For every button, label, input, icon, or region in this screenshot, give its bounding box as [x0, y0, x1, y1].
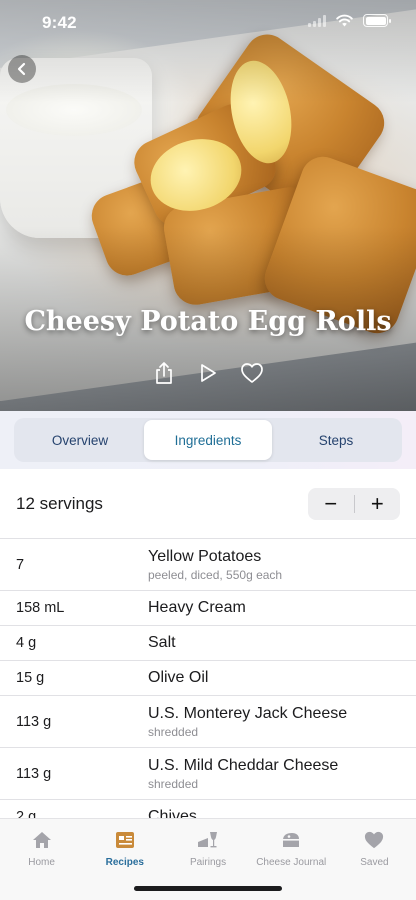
recipe-title: Cheesy Potato Egg Rolls	[24, 306, 392, 337]
ingredient-name: U.S. Mild Cheddar Cheese	[148, 756, 339, 774]
ingredient-row: 15 g Olive Oil	[0, 661, 416, 696]
play-icon	[201, 364, 216, 382]
ingredient-note: shredded	[148, 776, 199, 791]
ingredient-row: 113 g U.S. Monterey Jack Cheese shredded	[0, 696, 416, 748]
tab-label: Home	[28, 857, 55, 868]
heart-icon	[362, 829, 386, 851]
tab-label: Pairings	[189, 857, 227, 868]
ingredient-row: 113 g U.S. Mild Cheddar Cheese shredded	[0, 748, 416, 800]
status-icons	[308, 14, 391, 27]
house-icon	[30, 829, 54, 851]
ingredient-name: U.S. Monterey Jack Cheese	[148, 704, 348, 722]
ingredient-row: 4 g Salt	[0, 626, 416, 661]
ingredient-row: 7 Yellow Potatoes peeled, diced, 550g ea…	[0, 539, 416, 591]
hero-overlay	[0, 0, 416, 411]
back-button[interactable]	[8, 55, 36, 83]
ingredient-name: Olive Oil	[148, 669, 209, 686]
tab-steps[interactable]: Steps	[272, 420, 400, 460]
home-indicator	[134, 886, 282, 891]
tab-overview[interactable]: Overview	[16, 420, 144, 460]
hero-actions	[0, 360, 416, 386]
ingredient-note: peeled, diced, 550g each	[148, 567, 283, 582]
ingredient-quantity: 113 g	[16, 765, 52, 782]
share-button[interactable]	[152, 360, 176, 386]
ingredient-quantity: 113 g	[16, 713, 52, 730]
recipe-segmented-control: Overview Ingredients Steps	[14, 418, 402, 462]
battery-icon	[363, 14, 391, 27]
tab-saved[interactable]: Saved	[333, 819, 416, 900]
ingredient-name: Yellow Potatoes	[148, 547, 262, 565]
ingredient-quantity: 158 mL	[16, 600, 65, 616]
wifi-icon	[336, 14, 353, 27]
wine-cheese-icon	[196, 829, 220, 851]
cellular-signal-icon	[308, 14, 326, 27]
ingredient-quantity: 7	[16, 556, 25, 573]
servings-stepper: − +	[308, 487, 401, 520]
ingredient-name: Salt	[148, 634, 176, 651]
servings-count: 12 servings	[16, 493, 103, 513]
tab-label: Cheese Journal	[256, 857, 327, 868]
tab-ingredients[interactable]: Ingredients	[144, 420, 272, 460]
share-icon	[156, 362, 172, 384]
play-video-button[interactable]	[196, 360, 220, 386]
status-time: 9:42	[42, 13, 77, 32]
heart-icon	[241, 363, 263, 383]
tab-label: Saved	[360, 857, 389, 868]
ingredient-quantity: 4 g	[16, 635, 37, 651]
ingredient-list: 7 Yellow Potatoes peeled, diced, 550g ea…	[0, 539, 416, 835]
cheese-journal-icon	[279, 829, 303, 851]
segment-bar: Overview Ingredients Steps	[0, 411, 416, 469]
increase-servings-button[interactable]: +	[355, 491, 401, 517]
decrease-servings-button[interactable]: −	[308, 491, 354, 517]
ingredient-row: 158 mL Heavy Cream	[0, 591, 416, 626]
ingredient-quantity: 15 g	[16, 670, 45, 686]
ingredient-name: Heavy Cream	[148, 599, 246, 616]
save-favorite-button[interactable]	[240, 360, 264, 386]
tab-label: Recipes	[105, 857, 144, 868]
tab-home[interactable]: Home	[0, 819, 83, 900]
servings-row: 12 servings − +	[0, 469, 416, 539]
chevron-left-icon	[17, 62, 26, 76]
recipe-card-icon	[113, 829, 137, 851]
recipe-hero-image	[0, 0, 416, 411]
ingredient-note: shredded	[148, 724, 199, 739]
